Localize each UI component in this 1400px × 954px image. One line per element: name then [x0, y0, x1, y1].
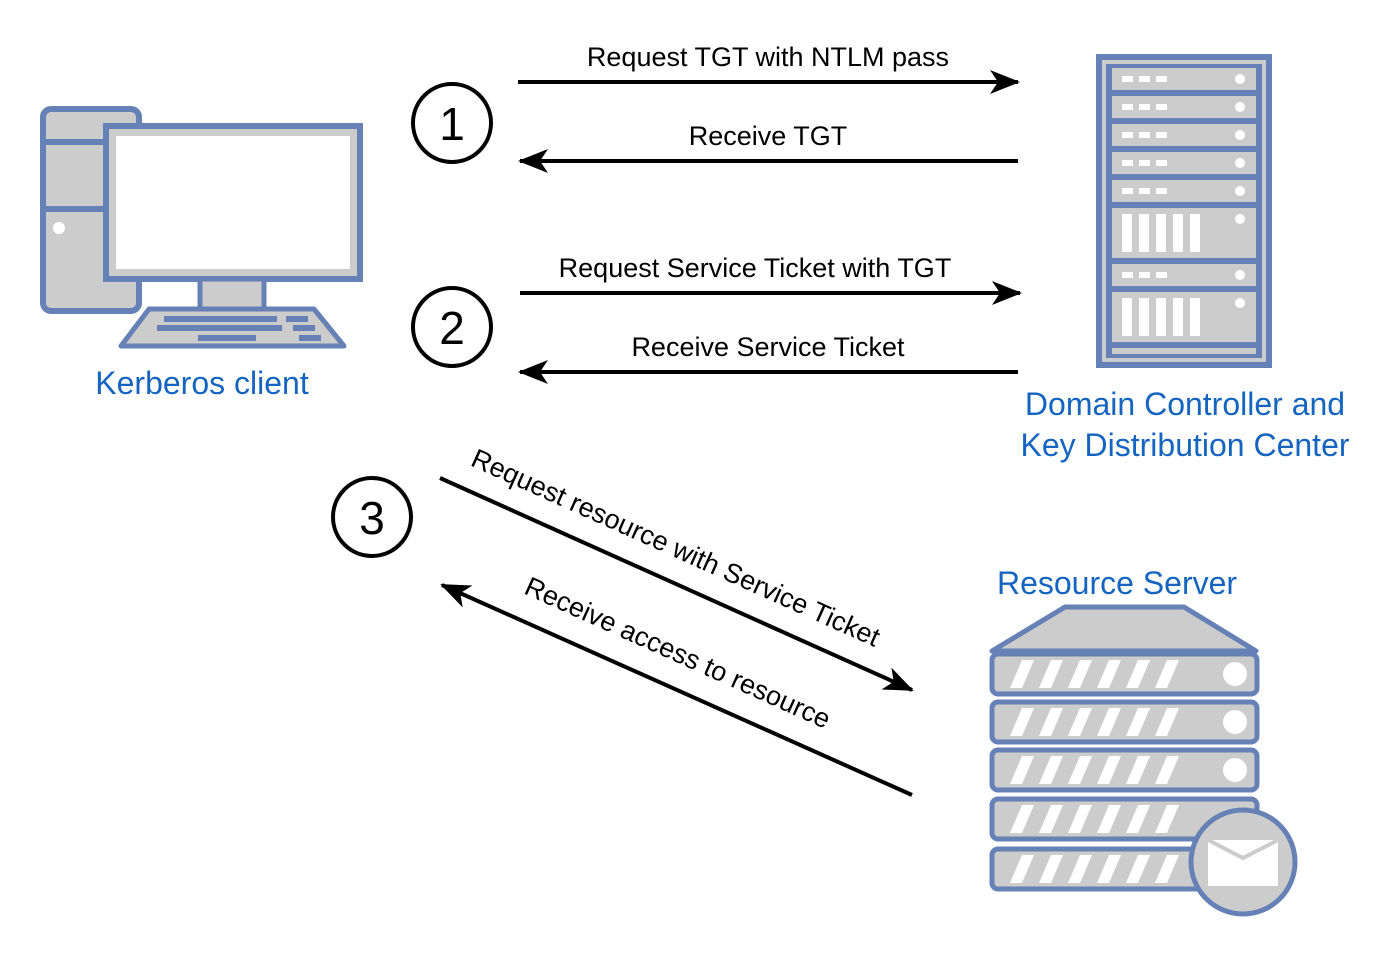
server-rack-icon — [1096, 54, 1272, 368]
step-3: 3 Request resource with Service Ticket R… — [331, 443, 914, 797]
rack-unit — [1112, 96, 1256, 118]
kdc-label-line2: Key Distribution Center — [1020, 427, 1349, 463]
step-number: 3 — [359, 492, 385, 544]
kerberos-diagram: Kerberos client Domain Controller and Ke… — [40, 42, 1350, 917]
resource-server-label: Resource Server — [997, 565, 1237, 601]
message-label: Receive Service Ticket — [631, 332, 905, 362]
step-2: 2 Request Service Ticket with TGT Receiv… — [411, 253, 1022, 384]
message-label: Request resource with Service Ticket — [467, 443, 885, 653]
message-label: Request TGT with NTLM pass — [587, 42, 949, 72]
rack-unit — [1112, 152, 1256, 174]
rack-unit — [1112, 68, 1256, 90]
rack-unit — [1112, 180, 1256, 202]
step-number: 1 — [439, 98, 465, 150]
rack-unit — [1112, 292, 1256, 342]
message-label: Receive TGT — [689, 121, 848, 151]
rack-unit — [1112, 264, 1256, 286]
message-label: Request Service Ticket with TGT — [559, 253, 952, 283]
client-label: Kerberos client — [95, 365, 309, 401]
rack-unit — [1112, 124, 1256, 146]
step-1: 1 Request TGT with NTLM pass Receive TGT — [411, 42, 1020, 173]
rack-unit — [1112, 208, 1256, 258]
mail-server-icon — [989, 604, 1298, 917]
kdc-label-line1: Domain Controller and — [1025, 386, 1345, 422]
step-number: 2 — [439, 302, 465, 354]
desktop-computer-icon — [40, 106, 363, 349]
